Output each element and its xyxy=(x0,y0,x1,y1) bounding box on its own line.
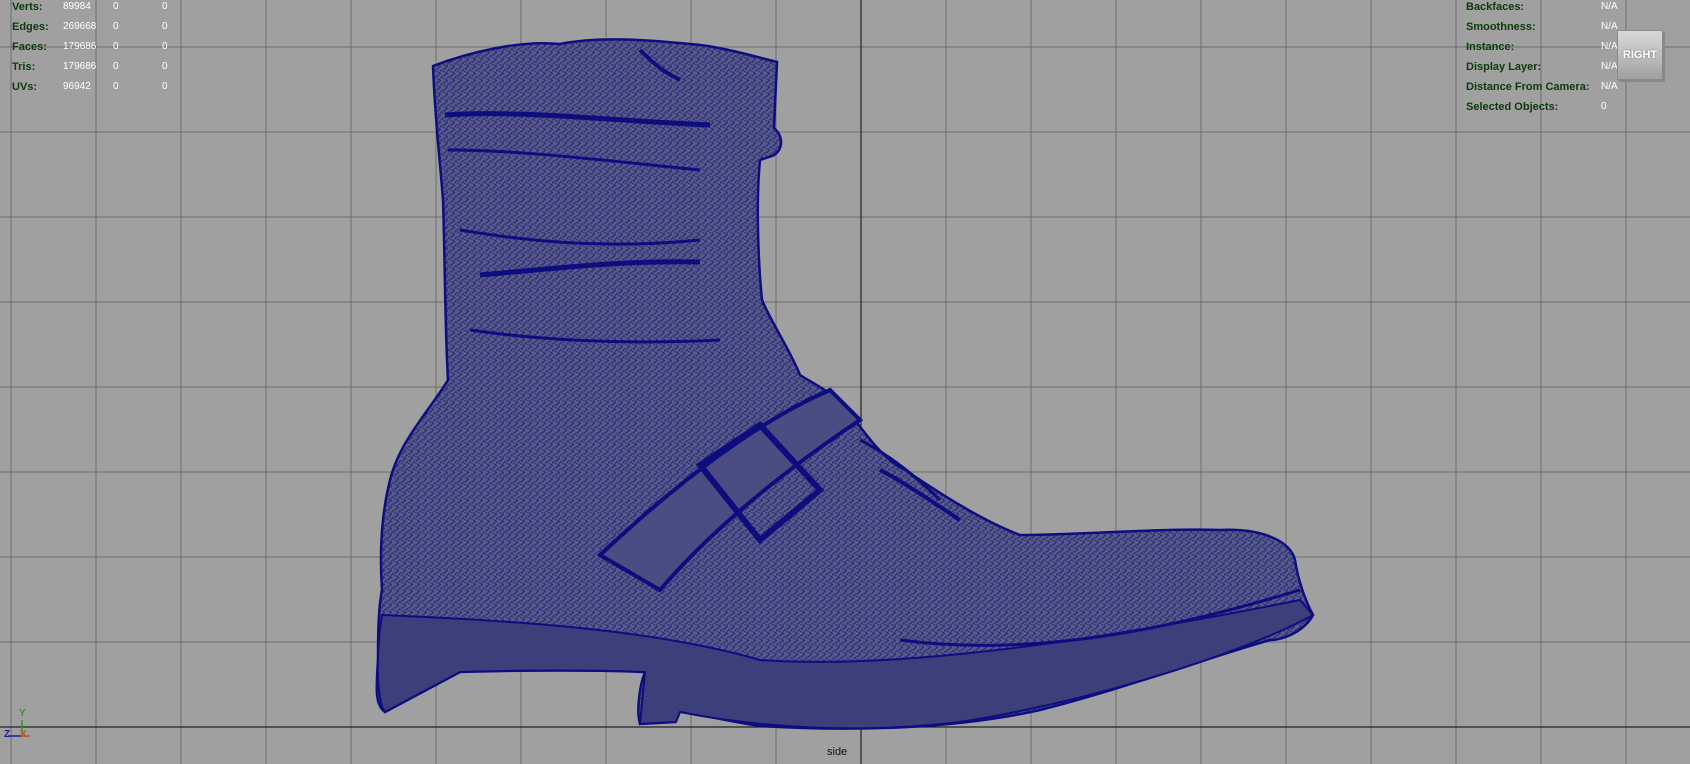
boot-mesh[interactable] xyxy=(375,38,1315,730)
hud-label: Backfaces: xyxy=(1466,1,1525,13)
hud-value-other: 0 xyxy=(162,41,168,52)
object-detail-row: Backfaces: N/A xyxy=(1466,0,1666,17)
hud-value-other: 0 xyxy=(162,81,168,92)
hud-value-other: 0 xyxy=(162,61,168,72)
hud-value-selected: 0 xyxy=(113,41,119,52)
hud-value-selected: 0 xyxy=(113,21,119,32)
camera-name-label: side xyxy=(827,746,848,758)
hud-label: Tris: xyxy=(12,61,36,73)
z-axis-label: Z xyxy=(4,729,11,740)
modeling-viewport[interactable]: Verts: 89984 0 0 Edges: 269668 0 0 Faces: 179686 0… xyxy=(0,0,1690,764)
hud-value: 0 xyxy=(1601,101,1607,112)
hud-value-selected: 0 xyxy=(113,81,119,92)
hud-label: UVs: xyxy=(12,81,38,93)
hud-value-other: 0 xyxy=(162,1,168,12)
viewport-grid xyxy=(0,0,1690,764)
object-detail-row: Distance From Camera: N/A xyxy=(1466,77,1666,97)
hud-value: N/A xyxy=(1601,1,1618,12)
hud-value-total: 269668 xyxy=(63,21,97,32)
hud-label: Smoothness: xyxy=(1466,21,1536,33)
hud-value-total: 179686 xyxy=(63,41,97,52)
hud-value: N/A xyxy=(1601,81,1618,92)
viewcube-right[interactable]: RIGHT xyxy=(1617,30,1663,80)
hud-label: Edges: xyxy=(12,21,49,33)
hud-label: Verts: xyxy=(12,1,43,13)
hud-value: N/A xyxy=(1601,41,1618,52)
hud-value: N/A xyxy=(1601,61,1618,72)
hud-label: Distance From Camera: xyxy=(1466,81,1590,93)
object-detail-row: Selected Objects: 0 xyxy=(1466,97,1666,117)
hud-label: Display Layer: xyxy=(1466,61,1542,73)
x-axis-label: X xyxy=(20,729,27,740)
axis-gizmo: Y Z X xyxy=(4,708,34,742)
hud-value-total: 89984 xyxy=(63,1,91,12)
hud-value-selected: 0 xyxy=(113,1,119,12)
hud-value: N/A xyxy=(1601,21,1618,32)
hud-value-selected: 0 xyxy=(113,61,119,72)
y-axis-label: Y xyxy=(19,708,26,719)
hud-value-total: 96942 xyxy=(63,81,91,92)
hud-value-total: 179686 xyxy=(63,61,97,72)
hud-value-other: 0 xyxy=(162,21,168,32)
hud-label: Faces: xyxy=(12,41,47,53)
hud-label: Selected Objects: xyxy=(1466,101,1559,113)
hud-label: Instance: xyxy=(1466,41,1515,53)
